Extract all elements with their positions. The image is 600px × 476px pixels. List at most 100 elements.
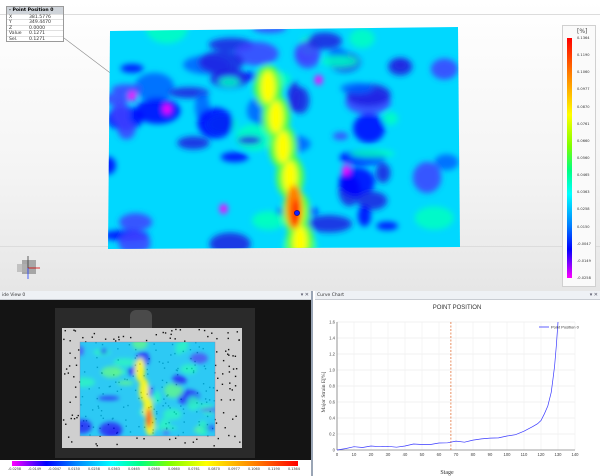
colorbar-tick-label: -0.0047 <box>48 467 62 471</box>
y-tick-label: 1.0 <box>329 368 335 373</box>
info-key: Y <box>9 20 12 26</box>
colorbar-gradient <box>12 461 298 466</box>
legend-tick-label: 0.0465 <box>577 173 590 178</box>
legend-tick-label: -0.0258 <box>577 276 591 280</box>
colorbar-tick-label: 0.0870 <box>208 467 220 471</box>
x-tick-label: 90 <box>488 452 493 457</box>
info-value: 0.1271 <box>29 31 46 37</box>
legend-tick-label: 0.0560 <box>577 156 590 160</box>
chart-title: POINT POSITION <box>433 305 482 311</box>
legend-tick-label: 0.0660 <box>577 138 590 143</box>
y-tick-label: 1.6 <box>329 320 335 325</box>
x-tick-label: 130 <box>555 452 563 457</box>
y-tick-label: 0.8 <box>329 384 335 389</box>
x-tick-label: 120 <box>538 452 546 457</box>
x-tick-label: 10 <box>352 452 357 457</box>
colorbar-tick-label: 0.1364 <box>288 467 300 471</box>
info-row: Value 0.1271 <box>7 30 63 37</box>
legend-tick-label: 0.0363 <box>577 190 590 195</box>
info-row: Y 349.4470 <box>7 19 63 26</box>
y-tick-label: 1.2 <box>329 352 335 357</box>
legend-tick-label: 0.1060 <box>577 70 590 75</box>
legend-tick-label: 0.1190 <box>577 53 590 58</box>
x-tick-label: 30 <box>386 452 391 457</box>
curve-chart[interactable]: POINT POSITION 0 0.2 0.4 0.6 0.8 1.0 1.2 1.4 1.6… <box>315 300 600 476</box>
colorbar-horizontal: -0.0258 -0.0149 -0.0047 0.0150 0.0258 0.0363 0… <box>0 460 311 476</box>
legend-tick-label: -0.0149 <box>577 258 591 263</box>
panel-title: ide View 0 <box>2 293 26 298</box>
y-tick-label: 0.2 <box>329 432 335 437</box>
legend-tick-label: 0.0870 <box>577 104 590 109</box>
info-value: 0.0000 <box>29 25 46 31</box>
x-tick-label: 40 <box>403 452 408 457</box>
legend-labels: 0.1364 0.1190 0.1060 0.0977 0.0870 0.0761 0.06… <box>577 34 597 284</box>
colorbar-tick-label: -0.0149 <box>28 467 42 471</box>
color-legend[interactable]: [%] 0.1364 0.1190 0.1060 0.0977 0.0870 0.0761… <box>562 25 596 287</box>
panel-title: Curve Chart <box>317 293 345 298</box>
info-value: 381.5776 <box>29 15 51 20</box>
colorbar-tick-label: 0.0560 <box>148 467 160 471</box>
x-axis-label: Stage <box>440 470 454 476</box>
colorbar-tick-label: 0.0761 <box>188 467 200 471</box>
point-info-box[interactable]: - Point Position 0 X 381.5776 Y 349.4470 Z… <box>6 6 64 42</box>
application-window: - Point Position 0 X 381.5776 Y 349.4470 Z… <box>0 0 600 476</box>
legend-tick-label: 0.1364 <box>577 36 590 40</box>
y-axis-label: Major Strain E[%] <box>321 371 327 412</box>
x-tick-label: 60 <box>437 452 442 457</box>
strain-field-map[interactable] <box>108 27 460 249</box>
colorbar-tick-label: 0.1190 <box>268 467 280 471</box>
x-tick-label: 0 <box>336 452 339 457</box>
camera-view-body[interactable]: -0.0258 -0.0149 -0.0047 0.0150 0.0258 0.0363 0… <box>0 300 311 476</box>
legend-tick-label: 0.0761 <box>577 121 590 126</box>
chart-grid <box>336 321 576 451</box>
info-value: 0.1271 <box>29 36 46 42</box>
info-row: X 381.5776 <box>7 14 63 20</box>
point-info-title: - Point Position 0 <box>7 7 63 14</box>
x-tick-label: 110 <box>521 452 528 457</box>
legend-tick-label: 0.0977 <box>577 87 590 92</box>
x-tick-label: 100 <box>504 452 512 457</box>
legend-entry-label: Point Position 0 <box>551 325 580 330</box>
colorbar-tick-label: 0.0363 <box>108 467 120 471</box>
info-key: Z <box>9 25 13 31</box>
3d-view[interactable]: - Point Position 0 X 381.5776 Y 349.4470 Z… <box>0 0 600 291</box>
colorbar-tick-label: 0.0465 <box>128 467 140 471</box>
legend-gradient <box>567 38 572 278</box>
legend-tick-label: 0.0258 <box>577 207 590 212</box>
info-key: Value <box>9 31 22 37</box>
panel-window-icons[interactable]: ▾ ✕ <box>590 291 598 300</box>
info-row: Z 0.0000 <box>7 24 63 31</box>
colorbar-tick-label: -0.0258 <box>8 467 22 471</box>
y-tick-labels: 00.20.40.60.81.01.21.41.6 <box>329 320 335 453</box>
curve-chart-panel[interactable]: Curve Chart ▾ ✕ POINT POSITION 0 0.2 0.4 0.… <box>315 291 600 476</box>
y-tick-label: 0.6 <box>329 400 335 405</box>
legend-tick-label: 0.0150 <box>577 224 590 229</box>
info-value: 349.4470 <box>29 20 51 26</box>
y-tick-label: 1.4 <box>329 336 335 341</box>
point-marker[interactable] <box>294 210 300 216</box>
panel-window-icons[interactable]: ▾ ✕ <box>301 291 309 300</box>
info-key: Sel. <box>9 36 18 42</box>
x-tick-label: 80 <box>471 452 476 457</box>
x-tick-labels: 0 10 20 30 40 50 60 70 80 90 100 110 120 130 140 <box>336 452 579 457</box>
panel-header: ide View 0 ▾ ✕ <box>0 291 311 300</box>
axis-triad[interactable] <box>14 254 42 280</box>
y-tick-label: 0.4 <box>329 416 335 421</box>
chart-legend[interactable]: Point Position 0 <box>539 325 580 330</box>
x-tick-label: 140 <box>572 452 580 457</box>
x-tick-label: 50 <box>420 452 425 457</box>
colorbar-tick-label: 0.0977 <box>228 467 240 471</box>
colorbar-tick-label: 0.0660 <box>168 467 180 471</box>
colorbar-tick-label: 0.0258 <box>88 467 100 471</box>
colorbar-tick-label: 0.1060 <box>248 467 260 471</box>
info-row: Sel. 0.1271 <box>7 35 63 42</box>
colorbar-labels: -0.0258 -0.0149 -0.0047 0.0150 0.0258 0.0363 0… <box>8 467 303 473</box>
info-key: X <box>9 15 13 20</box>
legend-tick-label: -0.0047 <box>577 241 591 246</box>
x-tick-label: 70 <box>454 452 459 457</box>
camera-view-panel[interactable]: ide View 0 ▾ ✕ -0.0258 -0.0149 -0.0047 0… <box>0 291 313 476</box>
panel-header: Curve Chart ▾ ✕ <box>315 291 600 300</box>
x-tick-label: 20 <box>369 452 374 457</box>
camera-image[interactable] <box>0 300 311 460</box>
colorbar-tick-label: 0.0150 <box>68 467 80 471</box>
